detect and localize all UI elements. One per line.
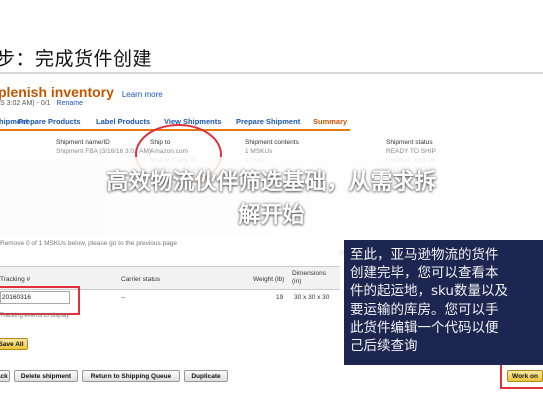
msku-note: Remove 0 of 1 MSKUs below, please go to … — [0, 240, 178, 247]
tab-summary[interactable]: Summary — [313, 117, 347, 126]
article-headline: 高效物流伙伴筛选基础，从需求拆 解开始 — [0, 166, 543, 232]
col-weight: Weight (lb) — [253, 276, 285, 283]
learn-more-link[interactable]: Learn more — [122, 90, 163, 99]
headline-line-2: 解开始 — [238, 203, 305, 228]
headline-line-1: 高效物流伙伴筛选基础，从需求拆 — [106, 170, 437, 195]
carrier-status-value: -- — [121, 294, 126, 301]
weight-value: 19 — [276, 294, 284, 301]
explanation-panel: 至此，亚马逊物流的货件 创建完毕，您可以查看本 件的起运地，sku数量以及 要运… — [339, 240, 543, 365]
tab-label-products[interactable]: Label Products — [96, 117, 150, 126]
dimensions-value: 30 x 30 x 30 — [294, 294, 330, 301]
delete-shipment-button[interactable]: Delete shipment — [14, 370, 78, 382]
explanation-text: 至此，亚马逊物流的货件 创建完毕，您可以查看本 件的起运地，sku数量以及 要运… — [350, 247, 508, 355]
back-button[interactable]: Back — [0, 370, 10, 382]
col-dimensions: Dimensions (in) — [292, 270, 326, 285]
bullet-marker — [339, 250, 344, 255]
work-on-button[interactable]: Work on — [507, 370, 543, 382]
col-tracking: Tracking # — [0, 276, 31, 283]
shipment-status-label: Shipment status — [386, 139, 433, 146]
tracking-number-input[interactable] — [0, 291, 70, 304]
shipment-meta-text: S 3:02 AM) - 0/1 — [0, 100, 51, 107]
return-to-queue-button[interactable]: Return to Shipping Queue — [82, 370, 180, 382]
duplicate-button[interactable]: Duplicate — [184, 370, 228, 382]
shipment-meta: S 3:02 AM) - 0/1 Rename — [0, 100, 83, 107]
shipment-name-label: Shipment name/ID — [56, 139, 110, 146]
tab-prepare-shipment[interactable]: Prepare Shipment — [236, 117, 300, 126]
amazon-page-title-text: plenish inventory — [0, 84, 114, 100]
tracking-events-note: Tracking events to display — [0, 313, 70, 319]
tab-prepare-products[interactable]: Prepare Products — [18, 117, 81, 126]
col-carrier-status: Carrier status — [121, 276, 161, 283]
step-title: 步：完成货件创建 — [0, 48, 153, 70]
screenshot-page: 步：完成货件创建 plenish inventory Learn more S … — [0, 0, 543, 408]
title-divider — [0, 72, 543, 74]
amazon-page-title: plenish inventory Learn more — [0, 84, 163, 100]
save-all-button[interactable]: Save All — [0, 338, 28, 350]
rename-link[interactable]: Rename — [57, 100, 83, 107]
shipment-contents-label: Shipment contents — [245, 139, 299, 146]
